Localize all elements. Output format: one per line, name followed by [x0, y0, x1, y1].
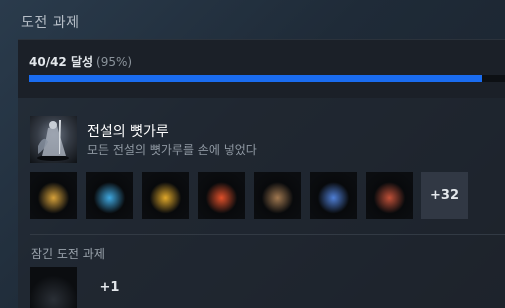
progress-percent: (95%) — [96, 55, 133, 69]
featured-achievement-title: 전설의 뼛가루 — [87, 124, 169, 140]
more-hidden-achievements-button[interactable]: +1 — [86, 267, 133, 308]
achievement-icon-art — [310, 172, 357, 219]
featured-achievement-description: 모든 전설의 뼛가루를 손에 넣었다 — [87, 143, 257, 157]
progress-count: 40/42 달성 — [29, 55, 94, 69]
hidden-achievement-icon[interactable] — [30, 267, 77, 308]
fire-beast-icon[interactable] — [198, 172, 245, 219]
flame-pillar-icon[interactable] — [142, 172, 189, 219]
throne-icon[interactable] — [254, 172, 301, 219]
more-achievements-button[interactable]: +32 — [421, 172, 468, 219]
progress-bar — [29, 75, 505, 82]
achievement-icon-art — [142, 172, 189, 219]
golden-seed-icon[interactable] — [30, 172, 77, 219]
achievement-icon-art — [254, 172, 301, 219]
achievements-section-title: 도전 과제 — [21, 15, 80, 31]
achievement-icon-art — [30, 172, 77, 219]
progress-bar-fill — [29, 75, 483, 82]
progress-text: 40/42 달성 (95%) — [29, 53, 132, 70]
giant-warrior-icon[interactable] — [366, 172, 413, 219]
achievement-icon-art — [198, 172, 245, 219]
section-divider — [30, 234, 505, 235]
progress-block: 40/42 달성 (95%) — [18, 39, 505, 98]
achievement-icon-art — [86, 172, 133, 219]
comet-sorcery-icon[interactable] — [86, 172, 133, 219]
hidden-achievements-title: 잠긴 도전 과제 — [31, 247, 105, 261]
moon-spirit-icon[interactable] — [310, 172, 357, 219]
spirit-knight-icon[interactable] — [30, 116, 77, 163]
achievement-icon-art — [366, 172, 413, 219]
